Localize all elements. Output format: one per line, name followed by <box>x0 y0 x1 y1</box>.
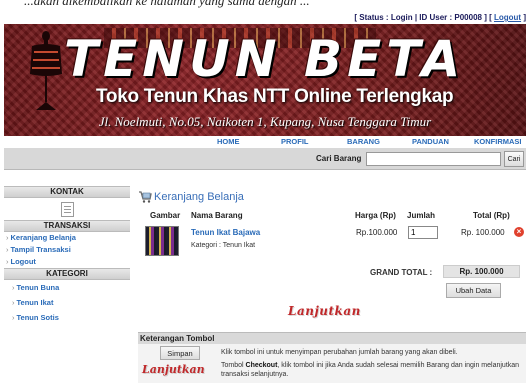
nav-barang[interactable]: BARANG <box>347 137 380 146</box>
status-suffix: ] <box>523 13 526 22</box>
sidebar-item-keranjang[interactable]: › Keranjang Belanja <box>4 232 130 244</box>
mannequin-icon <box>30 31 62 110</box>
product-price: Rp.100.000 <box>356 228 398 237</box>
lanjutkan-legend-button[interactable]: Lanjutkan <box>142 363 205 376</box>
product-image <box>145 226 179 256</box>
kategori-item-tenun-ikat[interactable]: › Tenun Ikat <box>4 295 130 310</box>
nav-home[interactable]: HOME <box>217 137 240 146</box>
brand-logo: TENUN BETA <box>64 30 466 88</box>
sidebar-item-logout[interactable]: › Logout <box>4 256 130 268</box>
status-bar: [ Status : Login | ID User : P00008 ] [ … <box>0 11 530 24</box>
nav-konfirmasi[interactable]: KONFIRMASI <box>474 137 522 146</box>
kontak-heading: KONTAK <box>4 186 130 198</box>
sidebar-item-label: Tampil Transaksi <box>10 245 71 254</box>
search-input[interactable] <box>366 152 501 166</box>
kategori-item-tenun-sotis[interactable]: › Tenun Sotis <box>4 310 130 325</box>
status-text: [ Status : Login | ID User : P00008 ] [ … <box>354 13 526 22</box>
kategori-label: Tenun Ikat <box>16 298 54 307</box>
product-name-link[interactable]: Tenun Ikat Bajawa <box>191 228 260 237</box>
sidebar: KONTAK TRANSAKSI › Keranjang Belanja › Tam… <box>4 186 130 336</box>
table-header: Gambar Nama Barang Harga (Rp) Jumlah Tot… <box>138 211 526 222</box>
product-total: Rp. 100.000 <box>461 228 505 237</box>
kategori-label: Tenun Sotis <box>16 313 59 322</box>
top-caption: ...akan dikembalikan ke halaman yang sam… <box>0 0 530 11</box>
address: Jl. Noelmuti, No.05, Naikoten 1, Kupang,… <box>98 114 432 129</box>
site-banner: TENUN BETA Toko Tenun Khas NTT Online Te… <box>4 24 526 136</box>
arrow-icon: › <box>12 283 15 292</box>
arrow-icon: › <box>6 245 9 254</box>
page-title-text: Keranjang Belanja <box>154 191 244 203</box>
nav-profil[interactable]: PROFIL <box>281 137 309 146</box>
grand-total-value: Rp. 100.000 <box>443 265 520 278</box>
kategori-heading: KATEGORI <box>4 268 130 280</box>
search-button[interactable]: Cari <box>504 151 524 167</box>
cart-panel: Keranjang Belanja Gambar Nama Barang Har… <box>138 186 526 332</box>
legend-heading: Keterangan Tombol <box>138 332 526 344</box>
col-harga: Harga (Rp) <box>355 211 396 220</box>
status-prefix: [ Status : Login | ID User : P00008 ] [ <box>354 13 492 22</box>
arrow-icon: › <box>6 257 9 266</box>
document-icon[interactable] <box>61 202 74 217</box>
table-row: Tenun Ikat Bajawa Kategori : Tenun Ikat … <box>138 224 526 258</box>
sidebar-item-tampil-transaksi[interactable]: › Tampil Transaksi <box>4 244 130 256</box>
product-category: Kategori : Tenun Ikat <box>191 242 256 249</box>
top-caption-text: ...akan dikembalikan ke halaman yang sam… <box>24 0 310 8</box>
sidebar-item-label: Logout <box>10 257 36 266</box>
search-label: Cari Barang <box>316 154 362 163</box>
desc-bold: Checkout <box>245 362 278 369</box>
simpan-description: Klik tombol ini untuk menyimpan perubaha… <box>221 349 458 356</box>
quantity-input[interactable] <box>408 226 438 239</box>
simpan-button[interactable]: Simpan <box>160 346 200 360</box>
desc-pre: Tombol <box>221 362 246 369</box>
ubah-data-button[interactable]: Ubah Data <box>446 283 501 298</box>
kategori-item-tenun-buna[interactable]: › Tenun Buna <box>4 280 130 295</box>
cart-icon <box>139 191 152 203</box>
logout-link[interactable]: Logout <box>494 13 521 22</box>
grand-total-label: GRAND TOTAL : <box>370 268 433 277</box>
button-legend: Keterangan Tombol Simpan Klik tombol ini… <box>138 332 526 383</box>
delete-icon[interactable]: × <box>514 227 524 237</box>
arrow-icon: › <box>12 298 15 307</box>
search-bar: Cari Barang Cari <box>4 148 526 170</box>
col-jumlah: Jumlah <box>407 211 436 220</box>
arrow-icon: › <box>12 313 15 322</box>
lanjutkan-button[interactable]: Lanjutkan <box>288 304 361 318</box>
col-total: Total (Rp) <box>473 211 510 220</box>
kategori-label: Tenun Buna <box>16 283 60 292</box>
nav-panduan[interactable]: PANDUAN <box>412 137 449 146</box>
main-nav: HOME PROFIL BARANG PANDUAN KONFIRMASI <box>4 136 526 148</box>
col-gambar: Gambar <box>150 211 181 220</box>
sidebar-item-label: Keranjang Belanja <box>10 233 76 242</box>
col-nama: Nama Barang <box>191 211 243 220</box>
transaksi-heading: TRANSAKSI <box>4 220 130 232</box>
tagline: Toko Tenun Khas NTT Online Terlengkap <box>96 86 454 107</box>
kontak-box <box>4 198 130 220</box>
arrow-icon: › <box>6 233 9 242</box>
lanjutkan-description: Tombol Checkout, klik tombol ini jika An… <box>221 361 525 379</box>
